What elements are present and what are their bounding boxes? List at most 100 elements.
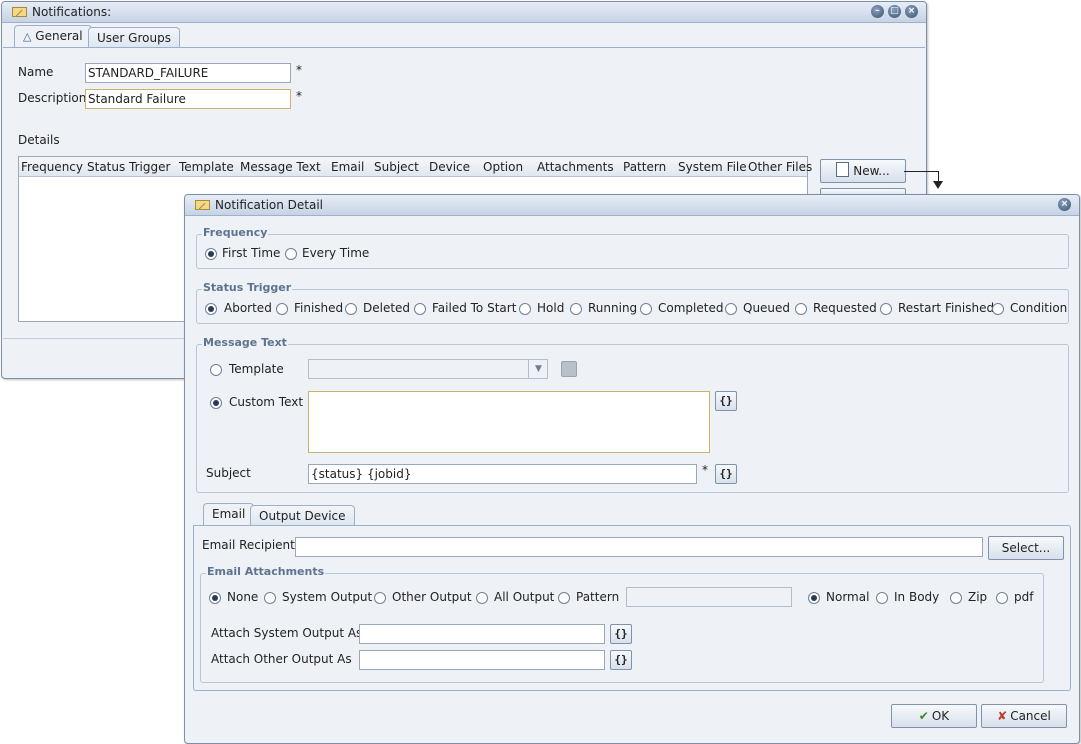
radio-in-body[interactable] — [876, 592, 888, 604]
cancel-button[interactable]: ✘ Cancel — [981, 704, 1067, 728]
label-hold[interactable]: Hold — [537, 301, 564, 315]
label-custom-text[interactable]: Custom Text — [229, 395, 303, 409]
name-label: Name — [18, 65, 54, 79]
label-all-output[interactable]: All Output — [494, 590, 554, 604]
radio-all-output[interactable] — [476, 592, 488, 604]
column-message-text[interactable]: Message Text — [240, 160, 321, 174]
envelope-icon — [12, 7, 27, 17]
label-template[interactable]: Template — [229, 362, 284, 376]
radio-completed[interactable] — [640, 303, 652, 315]
radio-aborted[interactable] — [205, 303, 217, 315]
radio-condition[interactable] — [992, 303, 1004, 315]
radio-finished[interactable] — [276, 303, 288, 315]
radio-requested[interactable] — [795, 303, 807, 315]
radio-pattern[interactable] — [558, 592, 570, 604]
label-none[interactable]: None — [227, 590, 258, 604]
label-system-output[interactable]: System Output — [282, 590, 372, 604]
attach-other-output-field[interactable] — [359, 650, 605, 670]
label-pattern[interactable]: Pattern — [576, 590, 619, 604]
email-recipients-field[interactable] — [295, 537, 983, 557]
radio-pdf[interactable] — [996, 592, 1008, 604]
connector-arrow-icon — [933, 181, 943, 189]
tab-email[interactable]: Email — [203, 503, 255, 526]
column-device[interactable]: Device — [429, 160, 470, 174]
radio-none[interactable] — [209, 592, 221, 604]
label-condition[interactable]: Condition — [1010, 301, 1067, 315]
subject-required-mark: * — [702, 463, 708, 477]
column-attachments[interactable]: Attachments — [537, 160, 614, 174]
select-button[interactable]: Select... — [988, 536, 1064, 560]
tab-general[interactable]: △ General — [14, 25, 92, 48]
radio-custom-text[interactable] — [210, 397, 222, 409]
subject-variable-button[interactable]: {} — [715, 464, 737, 484]
label-running[interactable]: Running — [588, 301, 637, 315]
close-icon[interactable]: × — [1058, 198, 1071, 211]
radio-failed-to-start[interactable] — [414, 303, 426, 315]
frequency-group: Frequency First Time Every Time — [196, 226, 1069, 269]
name-required-mark: * — [296, 63, 302, 77]
detail-titlebar[interactable]: Notification Detail × — [185, 195, 1079, 216]
subject-field[interactable]: {status} {jobid} — [308, 464, 697, 484]
label-queued[interactable]: Queued — [743, 301, 790, 315]
label-pdf[interactable]: pdf — [1014, 590, 1033, 604]
label-failed-to-start[interactable]: Failed To Start — [432, 301, 516, 315]
attach-system-output-label: Attach System Output As — [211, 626, 363, 640]
label-other-output[interactable]: Other Output — [392, 590, 472, 604]
radio-hold[interactable] — [519, 303, 531, 315]
maximize-icon[interactable]: □ — [888, 5, 901, 18]
label-aborted[interactable]: Aborted — [224, 301, 272, 315]
column-email[interactable]: Email — [331, 160, 364, 174]
column-other-files[interactable]: Other Files — [748, 160, 812, 174]
status-trigger-group: Status Trigger Aborted Finished Deleted … — [196, 281, 1069, 324]
checkmark-icon: ✔ — [918, 709, 929, 723]
notification-detail-window: Notification Detail × Frequency First Ti… — [184, 194, 1080, 744]
label-every-time[interactable]: Every Time — [302, 246, 369, 260]
radio-queued[interactable] — [725, 303, 737, 315]
tab-user-groups[interactable]: User Groups — [88, 27, 180, 48]
column-subject[interactable]: Subject — [374, 160, 419, 174]
custom-text-variable-button[interactable]: {} — [715, 391, 737, 411]
radio-first-time[interactable] — [205, 248, 217, 260]
column-option[interactable]: Option — [483, 160, 523, 174]
label-completed[interactable]: Completed — [658, 301, 723, 315]
radio-zip[interactable] — [950, 592, 962, 604]
notifications-titlebar[interactable]: Notifications: – □ × — [2, 2, 926, 23]
label-finished[interactable]: Finished — [294, 301, 343, 315]
minimize-icon[interactable]: – — [871, 5, 884, 18]
template-edit-icon[interactable] — [561, 361, 577, 377]
attach-system-output-field[interactable] — [359, 624, 605, 644]
new-button[interactable]: New... — [820, 159, 906, 183]
column-pattern[interactable]: Pattern — [623, 160, 666, 174]
radio-deleted[interactable] — [345, 303, 357, 315]
column-system-file[interactable]: System File — [678, 160, 747, 174]
chevron-down-icon[interactable]: ▼ — [528, 360, 548, 378]
label-requested[interactable]: Requested — [813, 301, 877, 315]
label-normal[interactable]: Normal — [826, 590, 869, 604]
column-frequency[interactable]: Frequency — [21, 160, 83, 174]
column-template[interactable]: Template — [179, 160, 234, 174]
description-field[interactable]: Standard Failure — [85, 89, 291, 109]
other-output-variable-button[interactable]: {} — [610, 650, 632, 670]
name-field[interactable]: STANDARD_FAILURE — [85, 63, 291, 83]
close-icon[interactable]: × — [905, 5, 918, 18]
radio-restart-finished[interactable] — [880, 303, 892, 315]
radio-system-output[interactable] — [264, 592, 276, 604]
custom-text-area[interactable] — [308, 391, 710, 453]
system-output-variable-button[interactable]: {} — [610, 624, 632, 644]
column-status-trigger[interactable]: Status Trigger — [87, 160, 170, 174]
message-text-legend: Message Text — [202, 336, 288, 349]
label-restart-finished[interactable]: Restart Finished — [898, 301, 994, 315]
label-deleted[interactable]: Deleted — [363, 301, 410, 315]
label-first-time[interactable]: First Time — [222, 246, 280, 260]
template-select[interactable] — [308, 359, 548, 379]
radio-normal[interactable] — [808, 592, 820, 604]
radio-every-time[interactable] — [285, 248, 297, 260]
ok-button[interactable]: ✔ OK — [891, 704, 977, 728]
label-in-body[interactable]: In Body — [894, 590, 939, 604]
radio-other-output[interactable] — [374, 592, 386, 604]
tab-output-device[interactable]: Output Device — [250, 505, 355, 526]
pattern-field[interactable] — [626, 587, 792, 607]
label-zip[interactable]: Zip — [968, 590, 987, 604]
radio-running[interactable] — [570, 303, 582, 315]
radio-template[interactable] — [210, 364, 222, 376]
